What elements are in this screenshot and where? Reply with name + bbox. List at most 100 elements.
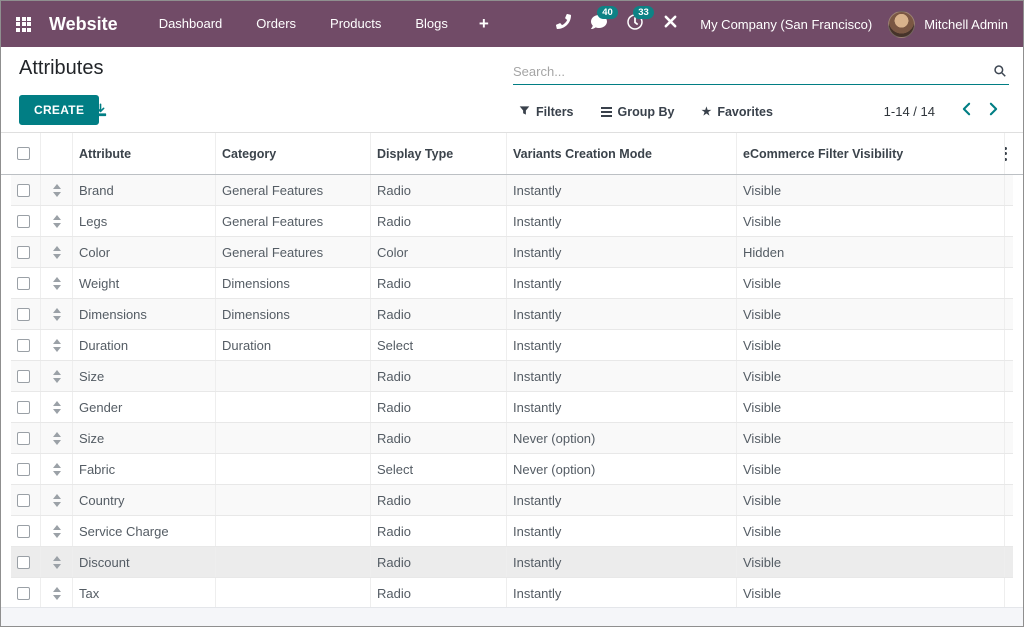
column-header-category[interactable]: Category — [216, 133, 371, 174]
table-row[interactable]: Dimensions Dimensions Radio Instantly Vi… — [11, 299, 1013, 330]
cell-display-type: Radio — [371, 547, 507, 577]
cell-ecommerce-filter-visibility: Visible — [737, 206, 1005, 236]
drag-handle-icon[interactable] — [52, 400, 61, 414]
cell-attribute: Gender — [73, 392, 216, 422]
activities-button[interactable]: 33 — [617, 5, 654, 35]
user-avatar — [888, 10, 916, 38]
row-checkbox[interactable] — [17, 307, 30, 321]
messages-button[interactable]: 40 — [581, 5, 618, 35]
cell-attribute: Fabric — [73, 454, 216, 484]
app-window: Website Dashboard Orders Products Blogs … — [0, 0, 1024, 627]
cell-display-type: Select — [371, 330, 507, 360]
group-by-button[interactable]: Group By — [600, 105, 674, 119]
select-all-checkbox[interactable] — [17, 147, 30, 160]
pager-next-button[interactable] — [980, 98, 1007, 125]
table-row[interactable]: Size Radio Never (option) Visible — [11, 423, 1013, 454]
cell-ecommerce-filter-visibility: Visible — [737, 423, 1005, 453]
pager: 1-14 / 14 — [884, 91, 1007, 132]
table-row[interactable]: Service Charge Radio Instantly Visible — [11, 516, 1013, 547]
cell-attribute: Service Charge — [73, 516, 216, 546]
tools-button[interactable] — [653, 14, 688, 34]
favorites-button[interactable]: ★ Favorites — [701, 105, 772, 119]
create-button[interactable]: CREATE — [19, 95, 100, 125]
row-checkbox[interactable] — [17, 276, 30, 290]
pager-previous-button[interactable] — [953, 98, 980, 125]
drag-handle-icon[interactable] — [52, 524, 61, 538]
row-checkbox[interactable] — [17, 555, 30, 569]
nav-item-blogs[interactable]: Blogs — [398, 1, 465, 47]
new-content-plus-button[interactable]: + — [465, 14, 503, 34]
cell-ecommerce-filter-visibility: Visible — [737, 299, 1005, 329]
app-brand[interactable]: Website — [49, 14, 118, 35]
cell-ecommerce-filter-visibility: Visible — [737, 330, 1005, 360]
table-row[interactable]: Legs General Features Radio Instantly Vi… — [11, 206, 1013, 237]
systray: 40 33 My Company (San Francisco) Mitchel… — [546, 5, 1008, 38]
table-row[interactable]: Gender Radio Instantly Visible — [11, 392, 1013, 423]
table-row[interactable]: Size Radio Instantly Visible — [11, 361, 1013, 392]
search-icon[interactable] — [991, 64, 1009, 78]
table-row[interactable]: Weight Dimensions Radio Instantly Visibl… — [11, 268, 1013, 299]
drag-handle-icon[interactable] — [52, 245, 61, 259]
column-header-variants-creation-mode[interactable]: Variants Creation Mode — [507, 133, 737, 174]
activities-badge: 33 — [633, 5, 654, 19]
drag-handle-icon[interactable] — [52, 493, 61, 507]
drag-handle-icon[interactable] — [52, 555, 61, 569]
row-checkbox[interactable] — [17, 524, 30, 538]
row-checkbox[interactable] — [17, 462, 30, 476]
table-row[interactable]: Duration Duration Select Instantly Visib… — [11, 330, 1013, 361]
drag-handle-icon[interactable] — [52, 214, 61, 228]
row-checkbox[interactable] — [17, 586, 30, 600]
table-row[interactable]: Brand General Features Radio Instantly V… — [11, 175, 1013, 206]
cell-variants-creation-mode: Instantly — [507, 268, 737, 298]
row-checkbox[interactable] — [17, 245, 30, 259]
chevron-left-icon — [962, 102, 971, 121]
cell-ecommerce-filter-visibility: Visible — [737, 392, 1005, 422]
row-checkbox[interactable] — [17, 493, 30, 507]
filters-button[interactable]: Filters — [519, 105, 574, 119]
phone-button[interactable] — [546, 13, 581, 34]
row-checkbox[interactable] — [17, 431, 30, 445]
table-row[interactable]: Color General Features Color Instantly H… — [11, 237, 1013, 268]
cell-display-type: Radio — [371, 175, 507, 205]
cell-category — [216, 361, 371, 391]
table-row[interactable]: Fabric Select Never (option) Visible — [11, 454, 1013, 485]
drag-handle-icon[interactable] — [52, 276, 61, 290]
apps-grid-icon[interactable] — [16, 16, 31, 32]
drag-handle-icon[interactable] — [52, 462, 61, 476]
drag-handle-icon[interactable] — [52, 307, 61, 321]
table-row[interactable]: Tax Radio Instantly Visible — [11, 578, 1013, 609]
drag-handle-icon[interactable] — [52, 338, 61, 352]
row-checkbox[interactable] — [17, 338, 30, 352]
column-header-display-type[interactable]: Display Type — [371, 133, 507, 174]
drag-handle-icon[interactable] — [52, 431, 61, 445]
column-header-attribute[interactable]: Attribute — [73, 133, 216, 174]
drag-handle-icon[interactable] — [52, 369, 61, 383]
user-menu[interactable]: Mitchell Admin — [888, 10, 1008, 38]
footer-strip — [1, 607, 1023, 626]
download-icon — [93, 103, 108, 123]
table-row[interactable]: Country Radio Instantly Visible — [11, 485, 1013, 516]
search-input[interactable] — [513, 63, 991, 79]
row-checkbox[interactable] — [17, 369, 30, 383]
row-checkbox[interactable] — [17, 214, 30, 228]
user-name: Mitchell Admin — [924, 16, 1008, 32]
optional-columns-icon[interactable] — [1005, 143, 1011, 165]
company-menu[interactable]: My Company (San Francisco) — [700, 17, 872, 32]
search-box — [513, 58, 1009, 85]
column-header-ecommerce-filter-visibility[interactable]: eCommerce Filter Visibility — [737, 133, 1005, 174]
cell-category — [216, 485, 371, 515]
cell-variants-creation-mode: Instantly — [507, 547, 737, 577]
nav-item-products[interactable]: Products — [313, 1, 398, 47]
cell-category — [216, 454, 371, 484]
row-checkbox[interactable] — [17, 400, 30, 414]
row-checkbox[interactable] — [17, 183, 30, 197]
nav-item-orders[interactable]: Orders — [239, 1, 313, 47]
drag-handle-icon[interactable] — [52, 183, 61, 197]
handle-column-header — [41, 133, 73, 174]
drag-handle-icon[interactable] — [52, 586, 61, 600]
table-row[interactable]: Discount Radio Instantly Visible — [11, 547, 1013, 578]
export-button[interactable] — [93, 103, 108, 123]
cell-display-type: Radio — [371, 516, 507, 546]
nav-item-dashboard[interactable]: Dashboard — [142, 1, 240, 47]
cell-ecommerce-filter-visibility: Visible — [737, 175, 1005, 205]
